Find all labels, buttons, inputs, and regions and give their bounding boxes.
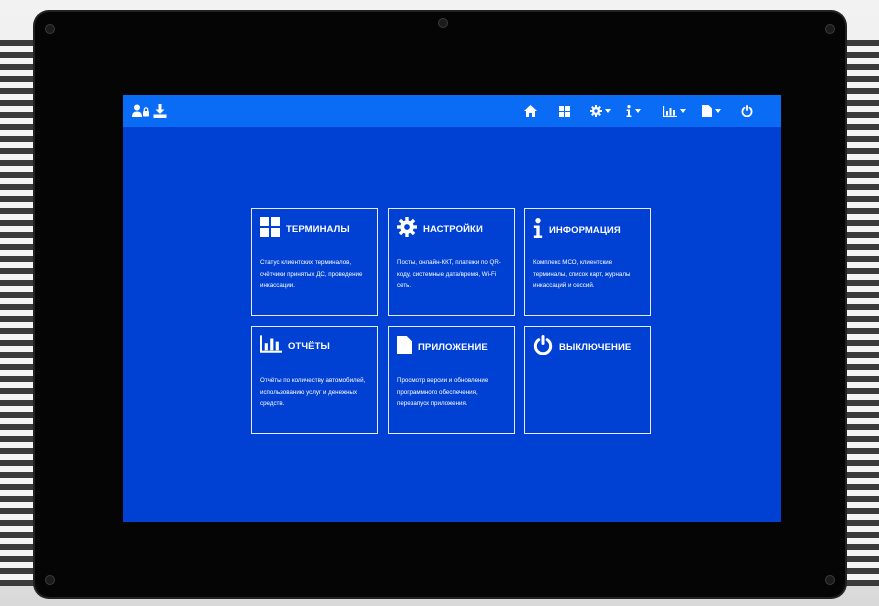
grid-icon[interactable] <box>559 101 570 121</box>
chevron-down-icon <box>680 109 686 113</box>
chevron-down-icon <box>605 109 611 113</box>
tile-terminals[interactable]: ТЕРМИНАЛЫ Статус клиентских терминалов, … <box>251 208 378 316</box>
tile-title: ТЕРМИНАЛЫ <box>286 224 350 235</box>
users-lock-icon[interactable] <box>132 101 150 121</box>
screw <box>438 18 448 28</box>
info-icon <box>533 217 543 244</box>
app-screen: ТЕРМИНАЛЫ Статус клиентских терминалов, … <box>123 95 781 522</box>
screw <box>825 24 835 34</box>
tile-title: ИНФОРМАЦИЯ <box>549 225 621 236</box>
screw <box>825 575 835 585</box>
screw <box>45 575 55 585</box>
tile-description: Статус клиентских терминалов, счётчики п… <box>260 259 363 289</box>
tile-application[interactable]: ПРИЛОЖЕНИЕ Просмотр версии и обновление … <box>388 326 515 434</box>
gear-icon <box>397 217 417 242</box>
power-icon <box>533 335 553 360</box>
tile-description: Отчёты по количеству автомобилей, исполь… <box>260 377 366 407</box>
tile-description: Просмотр версии и обновление программног… <box>397 377 489 407</box>
chart-icon[interactable] <box>663 101 686 121</box>
windows-grid-icon <box>260 217 280 242</box>
file-icon <box>397 335 412 360</box>
device-enclosure: ТЕРМИНАЛЫ Статус клиентских терминалов, … <box>0 0 879 606</box>
screw <box>45 24 55 34</box>
tile-settings[interactable]: НАСТРОЙКИ Посты, онлайн-ККТ, платежи по … <box>388 208 515 316</box>
file-icon[interactable] <box>702 101 721 121</box>
power-icon[interactable] <box>741 101 753 121</box>
tile-reports[interactable]: ОТЧЁТЫ Отчёты по количеству автомобилей,… <box>251 326 378 434</box>
gear-icon[interactable] <box>590 101 611 121</box>
info-icon[interactable] <box>626 101 641 121</box>
tile-title: ПРИЛОЖЕНИЕ <box>418 342 488 353</box>
tile-title: ВЫКЛЮЧЕНИЕ <box>559 342 632 353</box>
tile-description: Комплекс МСО, клиентские терминалы, спис… <box>533 259 631 289</box>
top-navbar <box>123 95 781 127</box>
chevron-down-icon <box>635 109 641 113</box>
tile-information[interactable]: ИНФОРМАЦИЯ Комплекс МСО, клиентские терм… <box>524 208 651 316</box>
tile-title: ОТЧЁТЫ <box>288 341 330 352</box>
chevron-down-icon <box>715 109 721 113</box>
home-icon[interactable] <box>524 101 537 121</box>
tile-description: Посты, онлайн-ККТ, платежи по QR-коду, с… <box>397 259 501 289</box>
download-icon[interactable] <box>153 101 167 121</box>
bar-chart-icon <box>259 335 282 358</box>
tile-shutdown[interactable]: ВЫКЛЮЧЕНИЕ <box>524 326 651 434</box>
tile-title: НАСТРОЙКИ <box>423 224 483 235</box>
